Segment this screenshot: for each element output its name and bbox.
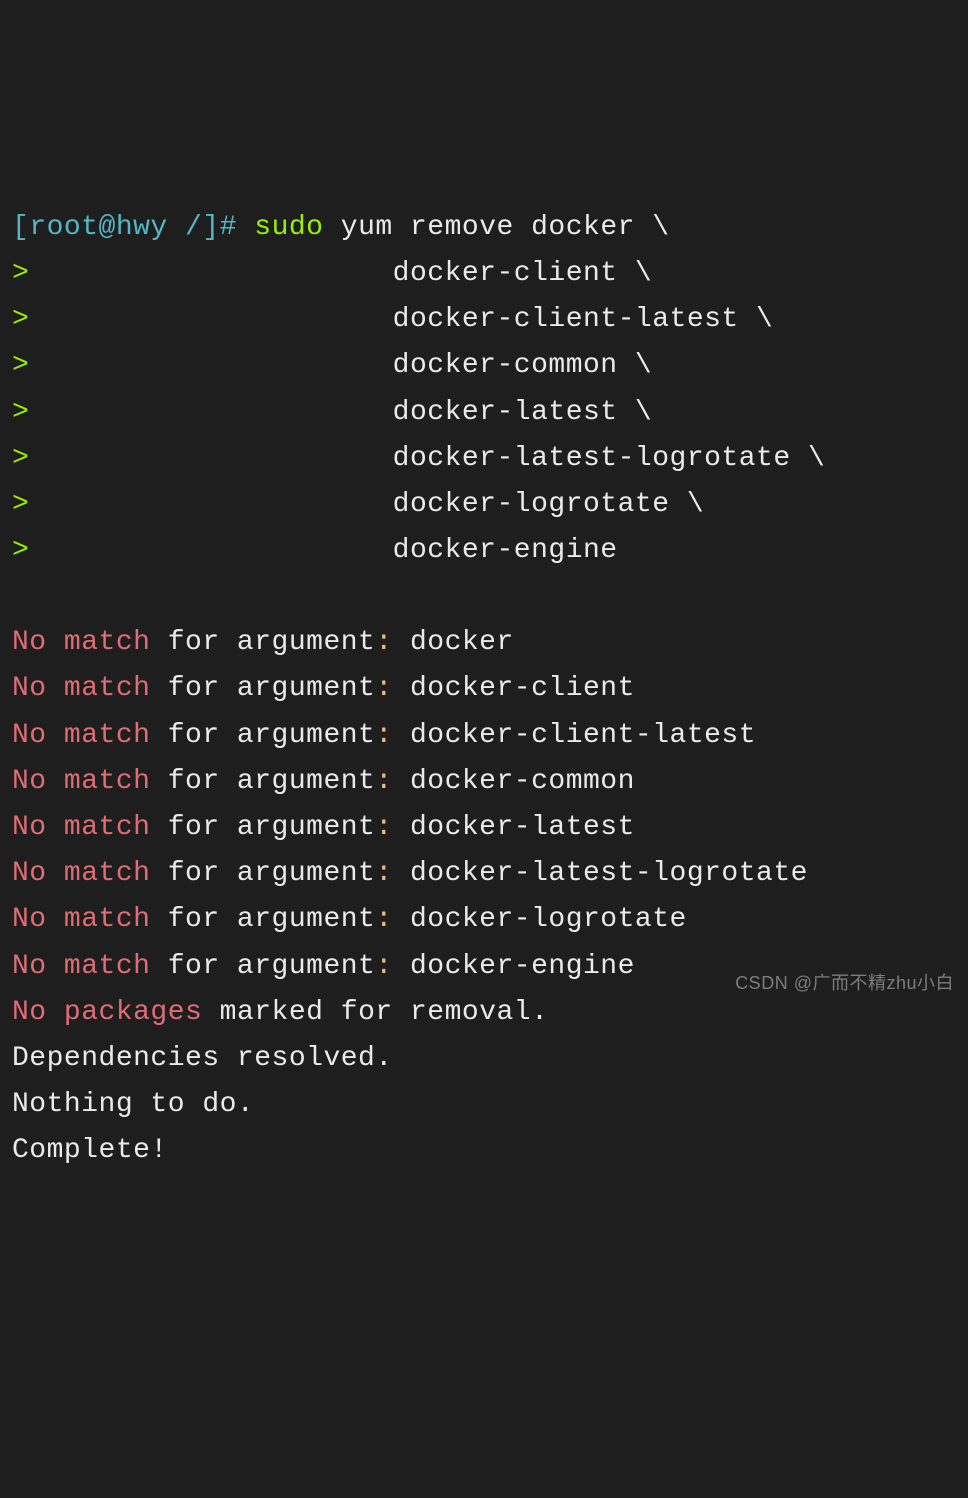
no-match-prefix: No match [12, 904, 150, 935]
continuation-spacing [29, 397, 392, 428]
continuation-spacing [29, 535, 392, 566]
no-match-mid: for argument [150, 812, 375, 843]
no-match-mid: for argument [150, 766, 375, 797]
no-match-colon: : [375, 720, 392, 751]
no-match-mid: for argument [150, 904, 375, 935]
continuation-prefix: > [12, 443, 29, 474]
no-match-prefix: No match [12, 812, 150, 843]
no-match-mid: for argument [150, 858, 375, 889]
no-match-colon: : [375, 951, 392, 982]
terminal-output: [root@hwy /]# sudo yum remove docker \ >… [12, 205, 956, 1175]
clipped-top-text: docker.io/library/mysql:latest [12, 195, 956, 205]
no-match-item: docker-logrotate [393, 904, 687, 935]
no-match-item: docker-latest [393, 812, 635, 843]
no-match-item: docker-client [393, 673, 635, 704]
continuation-prefix: > [12, 350, 29, 381]
no-match-prefix: No match [12, 627, 150, 658]
no-match-colon: : [375, 812, 392, 843]
no-match-item: docker-common [393, 766, 635, 797]
tail-line-2: Complete! [12, 1135, 168, 1166]
continuation-lines: > docker-client \ > docker-client-latest… [12, 258, 825, 566]
tail-line-0: Dependencies resolved. [12, 1043, 393, 1074]
no-match-item: docker-latest-logrotate [393, 858, 808, 889]
prompt-symbol: # [220, 212, 255, 243]
no-match-item: docker-client-latest [393, 720, 756, 751]
prompt-user-host: root@hwy / [29, 212, 202, 243]
no-match-prefix: No match [12, 673, 150, 704]
no-packages-red: No packages [12, 997, 202, 1028]
no-match-item: docker-engine [393, 951, 635, 982]
no-match-colon: : [375, 673, 392, 704]
continuation-prefix: > [12, 489, 29, 520]
clipped-top-line: docker.io/library/mysql:latest [12, 195, 956, 205]
continuation-pkg: docker-client \ [393, 258, 653, 289]
no-match-colon: : [375, 627, 392, 658]
prompt-bracket-close: ] [202, 212, 219, 243]
command-text: yum remove docker \ [323, 212, 669, 243]
continuation-pkg: docker-logrotate \ [393, 489, 704, 520]
no-packages-rest: marked for removal. [202, 997, 548, 1028]
no-match-colon: : [375, 766, 392, 797]
no-match-prefix: No match [12, 858, 150, 889]
no-match-item: docker [393, 627, 514, 658]
no-match-colon: : [375, 858, 392, 889]
continuation-pkg: docker-engine [393, 535, 618, 566]
continuation-spacing [29, 489, 392, 520]
continuation-prefix: > [12, 397, 29, 428]
blank-line [12, 574, 956, 620]
tail-line-1: Nothing to do. [12, 1089, 254, 1120]
no-match-prefix: No match [12, 766, 150, 797]
continuation-prefix: > [12, 258, 29, 289]
continuation-pkg: docker-latest-logrotate \ [393, 443, 826, 474]
no-match-prefix: No match [12, 951, 150, 982]
sudo-keyword: sudo [254, 212, 323, 243]
no-match-lines: No match for argument: docker No match f… [12, 627, 808, 981]
prompt-bracket-open: [ [12, 212, 29, 243]
no-match-mid: for argument [150, 951, 375, 982]
no-match-mid: for argument [150, 673, 375, 704]
continuation-pkg: docker-client-latest \ [393, 304, 774, 335]
watermark: CSDN @广而不精zhu小白 [735, 969, 954, 999]
continuation-prefix: > [12, 304, 29, 335]
continuation-spacing [29, 443, 392, 474]
continuation-prefix: > [12, 535, 29, 566]
no-match-prefix: No match [12, 720, 150, 751]
continuation-pkg: docker-latest \ [393, 397, 653, 428]
no-match-mid: for argument [150, 627, 375, 658]
no-match-mid: for argument [150, 720, 375, 751]
continuation-spacing [29, 258, 392, 289]
continuation-spacing [29, 304, 392, 335]
continuation-spacing [29, 350, 392, 381]
no-match-colon: : [375, 904, 392, 935]
continuation-pkg: docker-common \ [393, 350, 653, 381]
